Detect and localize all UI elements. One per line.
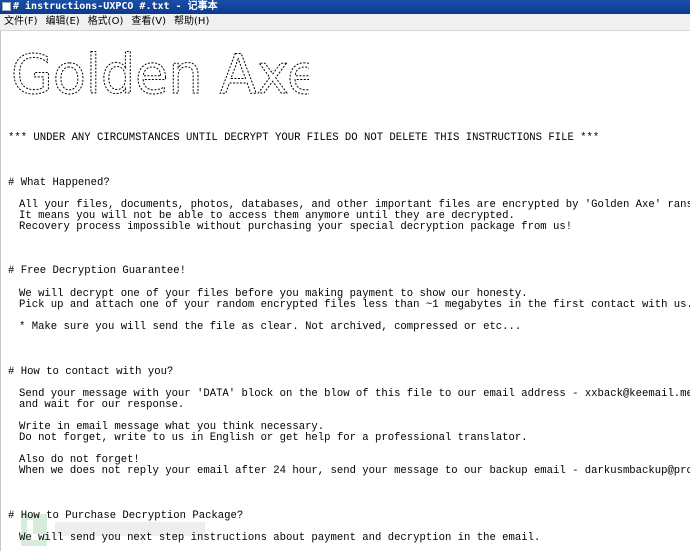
text-line: * Make sure you will send the file as cl…	[19, 321, 522, 333]
text-line: Recovery process impossible without purc…	[19, 221, 573, 233]
text-line: Do not forget, write to us in English or…	[19, 432, 528, 444]
window-title: # instructions-UXPCO #.txt - 记事本	[13, 1, 218, 12]
section-heading-purchase: # How to Purchase Decryption Package?	[8, 510, 244, 522]
warning-line: *** UNDER ANY CIRCUMSTANCES UNTIL DECRYP…	[8, 132, 600, 144]
menu-format[interactable]: 格式(O)	[84, 14, 128, 30]
menu-help[interactable]: 帮助(H)	[170, 14, 213, 30]
menu-edit[interactable]: 编辑(E)	[42, 14, 84, 30]
section-heading-what-happened: # What Happened?	[8, 177, 110, 189]
text-editor-area[interactable]: Golden Axe *** UNDER ANY CIRCUMSTANCES U…	[0, 31, 690, 551]
text-line: We will send you next step instructions …	[19, 532, 541, 544]
section-heading-free-decryption: # Free Decryption Guarantee!	[8, 265, 187, 277]
title-bar[interactable]: # instructions-UXPCO #.txt - 记事本	[0, 0, 690, 14]
text-line: Pick up and attach one of your random en…	[19, 299, 690, 311]
text-line: When we does not reply your email after …	[19, 465, 690, 477]
section-heading-contact: # How to contact with you?	[8, 366, 174, 378]
notepad-icon	[2, 2, 11, 11]
logo-text: Golden Axe	[11, 43, 309, 103]
golden-axe-ascii-logo: Golden Axe	[11, 43, 310, 103]
notepad-window: # instructions-UXPCO #.txt - 记事本 文件(F) 编辑…	[0, 0, 690, 551]
menu-view[interactable]: 查看(V)	[127, 14, 170, 30]
text-line: and wait for our response.	[19, 399, 185, 411]
menu-bar: 文件(F) 编辑(E) 格式(O) 查看(V) 帮助(H)	[0, 14, 690, 31]
menu-file[interactable]: 文件(F)	[0, 14, 42, 30]
